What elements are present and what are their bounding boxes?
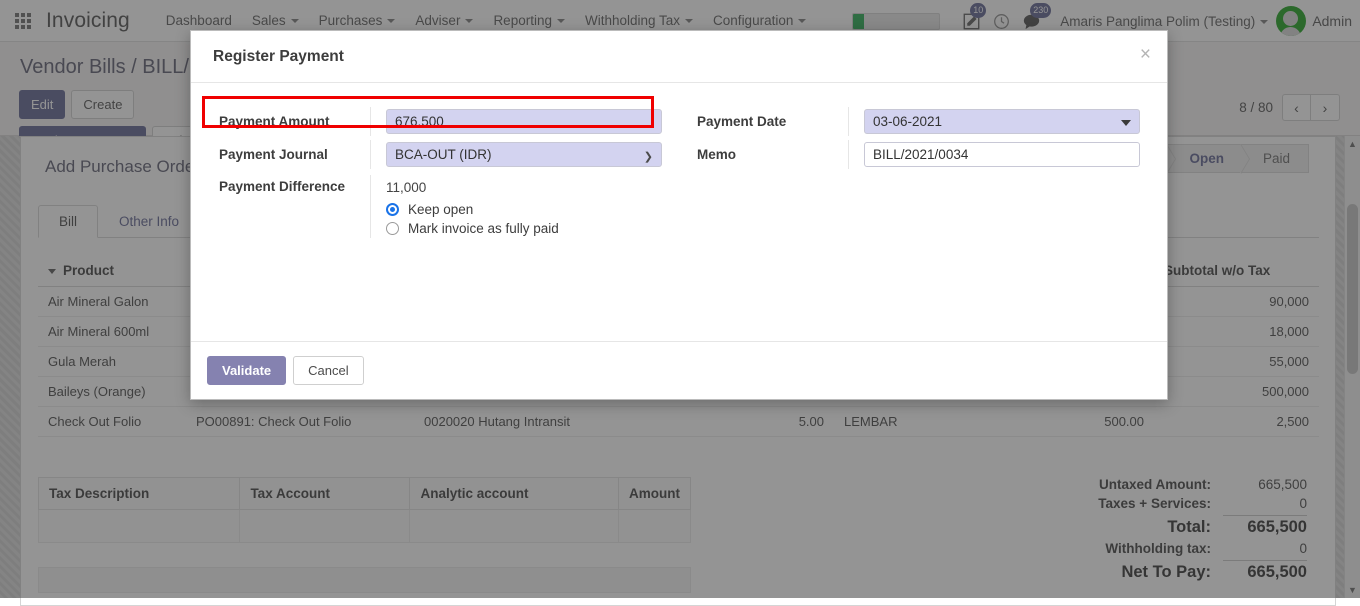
field-row-payment-difference: Payment Difference 11,000 Keep open Mark… — [207, 175, 665, 238]
dialog-header: Register Payment × — [191, 31, 1167, 83]
radio-mark-fully-paid-indicator[interactable] — [386, 222, 399, 235]
radio-mark-fully-paid[interactable]: Mark invoice as fully paid — [386, 219, 665, 238]
payment-amount-field — [370, 107, 665, 136]
memo-field — [848, 140, 1143, 169]
radio-keep-open-label: Keep open — [408, 202, 474, 217]
payment-journal-select-wrap: ❯ — [386, 142, 662, 167]
payment-date-select-wrap — [864, 109, 1140, 134]
payment-difference-value: 11,000 — [386, 180, 427, 195]
field-row-payment-amount: Payment Amount — [207, 107, 665, 136]
field-row-memo: Memo — [685, 140, 1143, 169]
radio-keep-open-indicator[interactable] — [386, 203, 399, 216]
memo-label: Memo — [697, 147, 737, 162]
payment-journal-select[interactable] — [386, 142, 662, 167]
field-row-payment-journal: Payment Journal ❯ — [207, 140, 665, 169]
payment-date-field — [848, 107, 1143, 136]
field-row-payment-date: Payment Date — [685, 107, 1143, 136]
radio-keep-open[interactable]: Keep open — [386, 200, 665, 219]
dialog-body: Payment Amount Payment Journal ❯ — [191, 83, 1167, 341]
form-column-left: Payment Amount Payment Journal ❯ — [207, 107, 665, 238]
dialog-footer: Validate Cancel — [191, 341, 1167, 399]
payment-difference-field: 11,000 Keep open Mark invoice as fully p… — [370, 175, 665, 238]
payment-amount-input[interactable] — [386, 109, 662, 134]
cancel-button[interactable]: Cancel — [293, 356, 364, 385]
payment-date-input[interactable] — [864, 109, 1140, 134]
radio-mark-fully-paid-label: Mark invoice as fully paid — [408, 221, 559, 236]
dialog-title: Register Payment — [213, 47, 344, 65]
register-payment-dialog: Register Payment × Payment Amount Paymen… — [190, 30, 1168, 400]
payment-amount-label: Payment Amount — [219, 114, 330, 129]
payment-difference-label: Payment Difference — [219, 179, 346, 194]
payment-journal-label: Payment Journal — [219, 147, 328, 162]
payment-form: Payment Amount Payment Journal ❯ — [207, 107, 1143, 238]
payment-journal-field: ❯ — [370, 140, 665, 169]
validate-button[interactable]: Validate — [207, 356, 287, 385]
memo-input[interactable] — [864, 142, 1140, 167]
payment-date-label: Payment Date — [697, 114, 787, 129]
close-icon[interactable]: × — [1140, 45, 1151, 65]
form-column-right: Payment Date Memo — [685, 107, 1143, 238]
